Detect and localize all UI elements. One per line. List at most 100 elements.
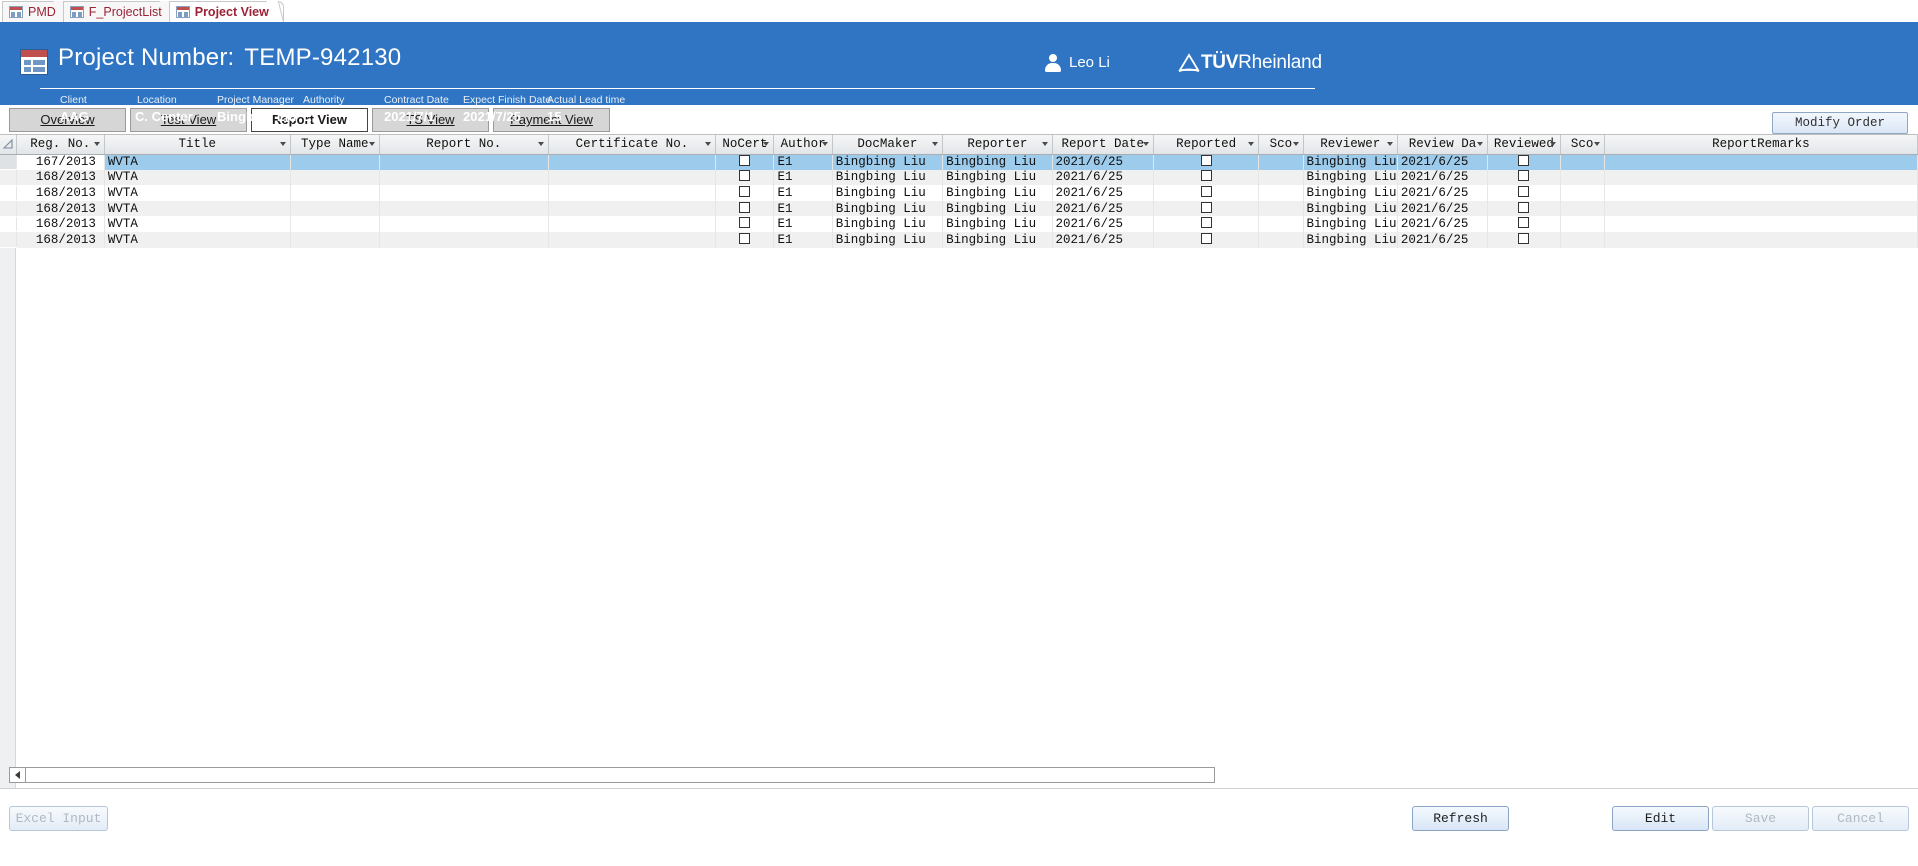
row-selector[interactable] (0, 185, 17, 202)
cell-author[interactable]: E1 (773, 216, 833, 232)
column-header-reviewed[interactable]: Reviewed (1487, 135, 1561, 155)
cell-title[interactable]: WVTA (104, 185, 291, 201)
cell-reported[interactable] (1153, 185, 1260, 201)
cell-reviewer[interactable]: Bingbing Liu (1303, 216, 1398, 232)
table-row[interactable]: 167/2013 WVTA E1 Bingbing Liu Bingbing Liu 20… (0, 154, 1918, 171)
cell-review-date[interactable]: 2021/6/25 (1397, 200, 1489, 217)
column-header-review-date[interactable]: Review Da (1397, 135, 1489, 155)
checkbox-no-cert[interactable] (739, 155, 751, 167)
cell-certificate-no[interactable] (548, 169, 717, 186)
cell-review-date[interactable]: 2021/6/25 (1397, 185, 1489, 201)
chevron-down-icon[interactable] (1477, 142, 1484, 147)
column-header-title[interactable]: Title (104, 135, 291, 155)
column-header-reviewer[interactable]: Reviewer (1303, 135, 1398, 155)
cell-title[interactable]: WVTA (104, 231, 291, 248)
refresh-button[interactable]: Refresh (1412, 806, 1509, 831)
column-header-reported[interactable]: Reported (1153, 135, 1260, 155)
checkbox-no-cert[interactable] (739, 232, 751, 244)
cell-score-2[interactable] (1560, 169, 1605, 186)
table-row[interactable]: 168/2013 WVTA E1 Bingbing Liu Bingbing Liu 20… (0, 200, 1918, 217)
checkbox-reported[interactable] (1200, 185, 1212, 197)
cell-reviewed[interactable] (1487, 169, 1561, 186)
cell-author[interactable]: E1 (773, 169, 833, 186)
column-header-score-2[interactable]: Sco (1560, 135, 1605, 155)
scrollbar-track[interactable] (26, 768, 1214, 782)
cell-reporter[interactable]: Bingbing Liu (942, 216, 1053, 232)
cell-report-no[interactable] (379, 200, 549, 217)
cell-reviewed[interactable] (1487, 200, 1561, 217)
cell-review-date[interactable]: 2021/6/25 (1397, 169, 1489, 186)
cell-report-no[interactable] (379, 216, 549, 232)
checkbox-no-cert[interactable] (739, 217, 751, 229)
cell-reporter[interactable]: Bingbing Liu (942, 200, 1053, 217)
checkbox-no-cert[interactable] (739, 201, 751, 213)
cell-report-no[interactable] (379, 169, 549, 186)
modify-order-button[interactable]: Modify Order (1772, 112, 1908, 134)
cell-reg-no[interactable]: 167/2013 (16, 154, 105, 170)
chevron-down-icon[interactable] (705, 142, 712, 147)
checkbox-reviewed[interactable] (1518, 170, 1530, 182)
chevron-down-icon[interactable] (1292, 142, 1299, 147)
row-selector[interactable] (0, 169, 17, 186)
select-all-corner[interactable] (0, 135, 17, 155)
column-header-no-cert[interactable]: NoCert (715, 135, 775, 155)
cell-certificate-no[interactable] (548, 185, 717, 201)
horizontal-scrollbar[interactable] (9, 767, 1215, 783)
cell-title[interactable]: WVTA (104, 169, 291, 186)
chevron-down-icon[interactable] (279, 142, 286, 147)
cell-reported[interactable] (1153, 216, 1260, 232)
checkbox-reported[interactable] (1200, 170, 1212, 182)
checkbox-reported[interactable] (1200, 155, 1212, 167)
document-tab-f-projectlist[interactable]: F_ProjectList (62, 1, 177, 22)
cell-reg-no[interactable]: 168/2013 (16, 231, 105, 248)
column-header-report-no[interactable]: Report No. (379, 135, 549, 155)
cell-reviewer[interactable]: Bingbing Liu (1303, 200, 1398, 217)
chevron-down-icon[interactable] (763, 142, 770, 147)
chevron-down-icon[interactable] (93, 142, 100, 147)
cell-reported[interactable] (1153, 169, 1260, 186)
cell-review-date[interactable]: 2021/6/25 (1397, 154, 1489, 170)
column-header-report-date[interactable]: Report Date (1052, 135, 1154, 155)
chevron-down-icon[interactable] (537, 142, 544, 147)
cell-review-date[interactable]: 2021/6/25 (1397, 216, 1489, 232)
cell-doc-maker[interactable]: Bingbing Liu (832, 231, 944, 248)
cell-doc-maker[interactable]: Bingbing Liu (832, 200, 944, 217)
cell-report-date[interactable]: 2021/6/25 (1052, 185, 1154, 201)
cell-type-name[interactable] (290, 200, 380, 217)
chevron-down-icon[interactable] (1549, 142, 1556, 147)
cell-score-2[interactable] (1560, 154, 1605, 170)
cell-report-remarks[interactable] (1604, 169, 1918, 186)
cell-doc-maker[interactable]: Bingbing Liu (832, 216, 944, 232)
cell-score-1[interactable] (1258, 216, 1304, 232)
cell-doc-maker[interactable]: Bingbing Liu (832, 154, 944, 170)
save-button[interactable]: Save (1712, 806, 1809, 831)
column-header-reporter[interactable]: Reporter (942, 135, 1053, 155)
checkbox-reviewed[interactable] (1518, 155, 1530, 167)
chevron-down-icon[interactable] (932, 142, 939, 147)
cell-reported[interactable] (1153, 154, 1260, 170)
cell-score-2[interactable] (1560, 185, 1605, 201)
column-header-author[interactable]: Author (773, 135, 833, 155)
checkbox-no-cert[interactable] (739, 170, 751, 182)
table-row[interactable]: 168/2013 WVTA E1 Bingbing Liu Bingbing Liu 20… (0, 216, 1918, 233)
cell-reported[interactable] (1153, 231, 1260, 248)
cell-report-date[interactable]: 2021/6/25 (1052, 200, 1154, 217)
cell-reviewer[interactable]: Bingbing Liu (1303, 185, 1398, 201)
cell-type-name[interactable] (290, 231, 380, 248)
cell-author[interactable]: E1 (773, 154, 833, 170)
document-tab-pmd[interactable]: PMD (2, 1, 71, 22)
cell-no-cert[interactable] (715, 185, 775, 201)
cell-reviewer[interactable]: Bingbing Liu (1303, 231, 1398, 248)
checkbox-reviewed[interactable] (1518, 232, 1530, 244)
cell-reviewed[interactable] (1487, 154, 1561, 170)
cell-type-name[interactable] (290, 216, 380, 232)
cell-report-remarks[interactable] (1604, 216, 1918, 232)
cell-reporter[interactable]: Bingbing Liu (942, 169, 1053, 186)
cell-reviewed[interactable] (1487, 216, 1561, 232)
cell-report-remarks[interactable] (1604, 154, 1918, 170)
chevron-down-icon[interactable] (1248, 142, 1255, 147)
row-selector[interactable] (0, 200, 17, 217)
cell-doc-maker[interactable]: Bingbing Liu (832, 185, 944, 201)
cell-score-1[interactable] (1258, 169, 1304, 186)
edit-button[interactable]: Edit (1612, 806, 1709, 831)
